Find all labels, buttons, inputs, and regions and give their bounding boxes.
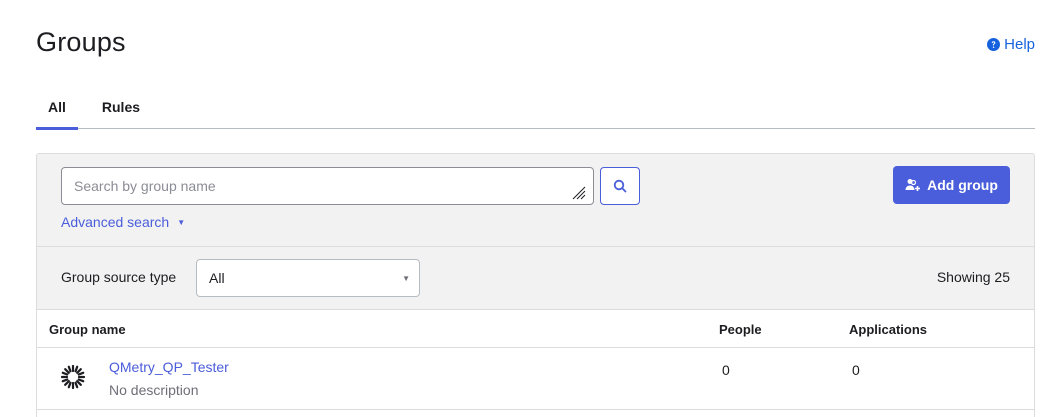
- question-circle-icon: [987, 38, 1001, 51]
- add-group-button[interactable]: Add group: [893, 166, 1010, 204]
- group-applications-count: 0: [852, 362, 860, 378]
- tab-rules-label: Rules: [101, 99, 141, 115]
- group-description: No description: [109, 382, 199, 398]
- search-button[interactable]: [600, 167, 640, 205]
- group-name-link[interactable]: QMetry_QP_Tester: [109, 359, 229, 375]
- search-icon: [613, 179, 627, 193]
- column-header-group-name[interactable]: Group name: [49, 322, 126, 337]
- caret-down-icon: ▼: [177, 217, 186, 227]
- search-area: Advanced search ▼ Add group: [37, 154, 1034, 247]
- help-label: Help: [1004, 36, 1035, 53]
- tab-bar: All Rules: [36, 95, 1035, 130]
- tab-all[interactable]: All: [36, 95, 78, 130]
- qmetry-logo-icon: [60, 364, 86, 390]
- help-link[interactable]: Help: [987, 36, 1035, 53]
- group-source-type-value: All: [209, 270, 225, 286]
- advanced-search-link[interactable]: Advanced search ▼: [61, 214, 185, 230]
- column-header-applications[interactable]: Applications: [849, 322, 927, 337]
- add-group-icon: [905, 179, 921, 191]
- page-title: Groups: [36, 27, 126, 57]
- add-group-label: Add group: [927, 177, 998, 193]
- tab-rules[interactable]: Rules: [90, 95, 152, 129]
- column-header-people[interactable]: People: [719, 322, 762, 337]
- group-source-type-label: Group source type: [61, 269, 177, 285]
- tab-all-label: All: [48, 99, 66, 115]
- filter-area: Group source type All ▼ Showing 25: [37, 247, 1034, 310]
- table-row: QMetry_QP_Tester No description 0 0: [37, 348, 1034, 410]
- groups-panel: Advanced search ▼ Add group Group source…: [36, 153, 1035, 417]
- advanced-search-label: Advanced search: [61, 214, 170, 230]
- group-people-count: 0: [722, 362, 730, 378]
- chevron-down-icon: ▼: [402, 274, 410, 283]
- group-source-type-select[interactable]: All ▼: [196, 259, 420, 297]
- results-count: Showing 25: [936, 269, 1010, 285]
- table-header: Group name People Applications: [37, 310, 1034, 348]
- search-input[interactable]: [61, 167, 594, 205]
- resize-handle-icon[interactable]: [571, 186, 587, 200]
